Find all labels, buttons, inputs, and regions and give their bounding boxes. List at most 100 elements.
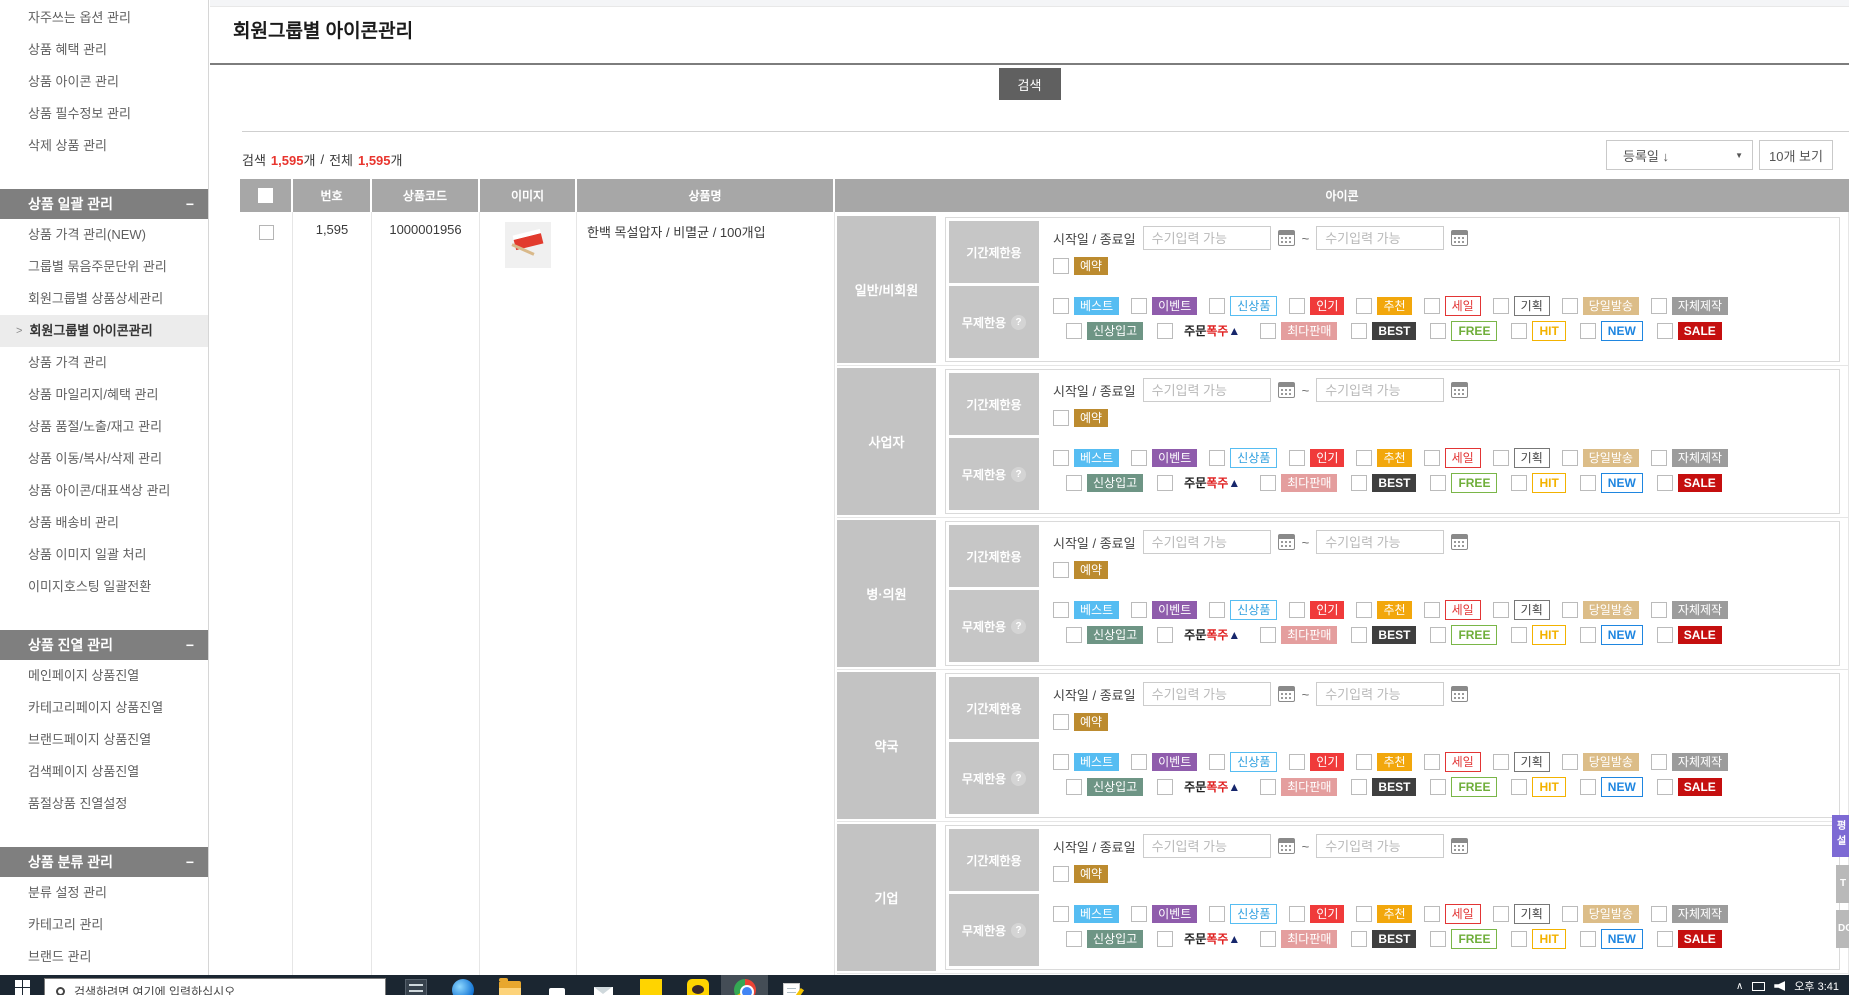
reserve-checkbox[interactable] <box>1053 866 1069 882</box>
icon-option-checkbox[interactable] <box>1651 754 1667 770</box>
sidebar-item[interactable]: 브랜드페이지 상품진열 <box>0 724 208 756</box>
icon-option-checkbox[interactable] <box>1430 779 1446 795</box>
icon-option[interactable]: 신상입고 <box>1066 930 1143 948</box>
icon-option-checkbox[interactable] <box>1356 450 1372 466</box>
icon-option[interactable]: NEW <box>1580 625 1643 645</box>
calendar-icon[interactable] <box>1278 230 1295 246</box>
icon-option[interactable]: 자체제작 <box>1651 753 1728 771</box>
icon-option[interactable]: 이벤트 <box>1131 449 1197 467</box>
calendar-icon[interactable] <box>1278 382 1295 398</box>
icon-option-checkbox[interactable] <box>1356 298 1372 314</box>
icon-option[interactable]: 베스트 <box>1053 297 1119 315</box>
icon-option-checkbox[interactable] <box>1289 906 1305 922</box>
icon-option-checkbox[interactable] <box>1260 627 1276 643</box>
icon-option-checkbox[interactable] <box>1430 627 1446 643</box>
icon-option[interactable]: 신상품 <box>1209 600 1277 620</box>
icon-option[interactable]: 추천 <box>1356 601 1411 619</box>
floating-settings-tab[interactable]: 평 설 <box>1832 815 1849 857</box>
icon-option[interactable]: FREE <box>1430 473 1497 493</box>
icon-option[interactable]: 세일 <box>1424 752 1481 772</box>
icon-option[interactable]: 자체제작 <box>1651 601 1728 619</box>
collapse-minus-icon[interactable]: − <box>186 637 194 653</box>
end-date-input[interactable] <box>1316 226 1444 250</box>
icon-option[interactable]: 추천 <box>1356 297 1411 315</box>
icon-option-checkbox[interactable] <box>1289 450 1305 466</box>
reserve-checkbox[interactable] <box>1053 714 1069 730</box>
icon-option-checkbox[interactable] <box>1351 779 1367 795</box>
icon-option[interactable]: HIT <box>1511 321 1565 341</box>
icon-option-checkbox[interactable] <box>1209 298 1225 314</box>
taskbar-app-mail[interactable] <box>580 979 627 995</box>
icon-option-checkbox[interactable] <box>1356 754 1372 770</box>
icon-option[interactable]: 기획 <box>1493 296 1550 316</box>
taskbar-app-list[interactable] <box>392 979 439 995</box>
icon-option-checkbox[interactable] <box>1157 627 1173 643</box>
icon-option-checkbox[interactable] <box>1651 602 1667 618</box>
icon-option[interactable]: 당일발송 <box>1562 449 1639 467</box>
taskbar-app-chrome[interactable] <box>721 975 768 995</box>
icon-option-checkbox[interactable] <box>1260 323 1276 339</box>
sidebar-item[interactable]: 검색페이지 상품진열 <box>0 756 208 788</box>
icon-option[interactable]: 기획 <box>1493 752 1550 772</box>
icon-option[interactable]: 세일 <box>1424 448 1481 468</box>
reserve-option[interactable]: 예약 <box>1053 865 1108 883</box>
icon-option[interactable]: 베스트 <box>1053 905 1119 923</box>
icon-option-checkbox[interactable] <box>1053 906 1069 922</box>
icon-option-checkbox[interactable] <box>1053 754 1069 770</box>
sidebar-item-active-icon-manage[interactable]: > 회원그룹별 아이콘관리 <box>0 315 208 347</box>
icon-option[interactable]: 이벤트 <box>1131 753 1197 771</box>
icon-option[interactable]: 기획 <box>1493 600 1550 620</box>
icon-option-checkbox[interactable] <box>1657 779 1673 795</box>
icon-option[interactable]: 인기 <box>1289 297 1344 315</box>
icon-option-checkbox[interactable] <box>1157 323 1173 339</box>
icon-option[interactable]: 최다판매 <box>1260 626 1337 644</box>
icon-option-checkbox[interactable] <box>1157 779 1173 795</box>
sidebar-item[interactable]: 메인페이지 상품진열 <box>0 660 208 692</box>
reserve-option[interactable]: 예약 <box>1053 409 1108 427</box>
icon-option-checkbox[interactable] <box>1493 602 1509 618</box>
icon-option-checkbox[interactable] <box>1131 298 1147 314</box>
icon-option-checkbox[interactable] <box>1493 450 1509 466</box>
icon-option-checkbox[interactable] <box>1562 754 1578 770</box>
collapse-minus-icon[interactable]: − <box>186 854 194 870</box>
icon-option-checkbox[interactable] <box>1580 931 1596 947</box>
icon-option[interactable]: 이벤트 <box>1131 297 1197 315</box>
reserve-option[interactable]: 예약 <box>1053 713 1108 731</box>
icon-option-checkbox[interactable] <box>1066 475 1082 491</box>
icon-option-checkbox[interactable] <box>1651 906 1667 922</box>
icon-option[interactable]: 세일 <box>1424 600 1481 620</box>
icon-option[interactable]: 자체제작 <box>1651 449 1728 467</box>
icon-option-checkbox[interactable] <box>1131 450 1147 466</box>
icon-option[interactable]: 당일발송 <box>1562 297 1639 315</box>
icon-option-checkbox[interactable] <box>1351 931 1367 947</box>
reserve-checkbox[interactable] <box>1053 562 1069 578</box>
sidebar-item[interactable]: 상품 가격 관리 <box>0 347 208 379</box>
icon-option-checkbox[interactable] <box>1580 323 1596 339</box>
icon-option-checkbox[interactable] <box>1209 450 1225 466</box>
icon-option-checkbox[interactable] <box>1424 450 1440 466</box>
icon-option[interactable]: 기획 <box>1493 904 1550 924</box>
icon-option-checkbox[interactable] <box>1580 779 1596 795</box>
volume-icon[interactable] <box>1774 981 1785 991</box>
sidebar-item[interactable]: 그룹별 묶음주문단위 관리 <box>0 251 208 283</box>
icon-option-checkbox[interactable] <box>1289 298 1305 314</box>
icon-option[interactable]: 신상품 <box>1209 752 1277 772</box>
icon-option[interactable]: 베스트 <box>1053 449 1119 467</box>
reserve-checkbox[interactable] <box>1053 410 1069 426</box>
icon-option[interactable]: 당일발송 <box>1562 905 1639 923</box>
help-icon[interactable]: ? <box>1011 467 1026 482</box>
sidebar-item[interactable]: 카테고리페이지 상품진열 <box>0 692 208 724</box>
sidebar-item[interactable]: 상품 가격 관리(NEW) <box>0 219 208 251</box>
icon-option-checkbox[interactable] <box>1209 602 1225 618</box>
icon-option[interactable]: BEST <box>1351 930 1416 948</box>
scroll-down-button[interactable]: DO <box>1836 910 1849 948</box>
sidebar-item[interactable]: 회원그룹별 상품상세관리 <box>0 283 208 315</box>
icon-option[interactable]: 신상품 <box>1209 904 1277 924</box>
sidebar-item[interactable]: 상품 혜택 관리 <box>0 34 208 66</box>
icon-option[interactable]: 신상품 <box>1209 296 1277 316</box>
icon-option[interactable]: 최다판매 <box>1260 322 1337 340</box>
icon-option[interactable]: BEST <box>1351 626 1416 644</box>
icon-option[interactable]: 추천 <box>1356 449 1411 467</box>
icon-option-checkbox[interactable] <box>1562 450 1578 466</box>
icon-option[interactable]: 인기 <box>1289 449 1344 467</box>
